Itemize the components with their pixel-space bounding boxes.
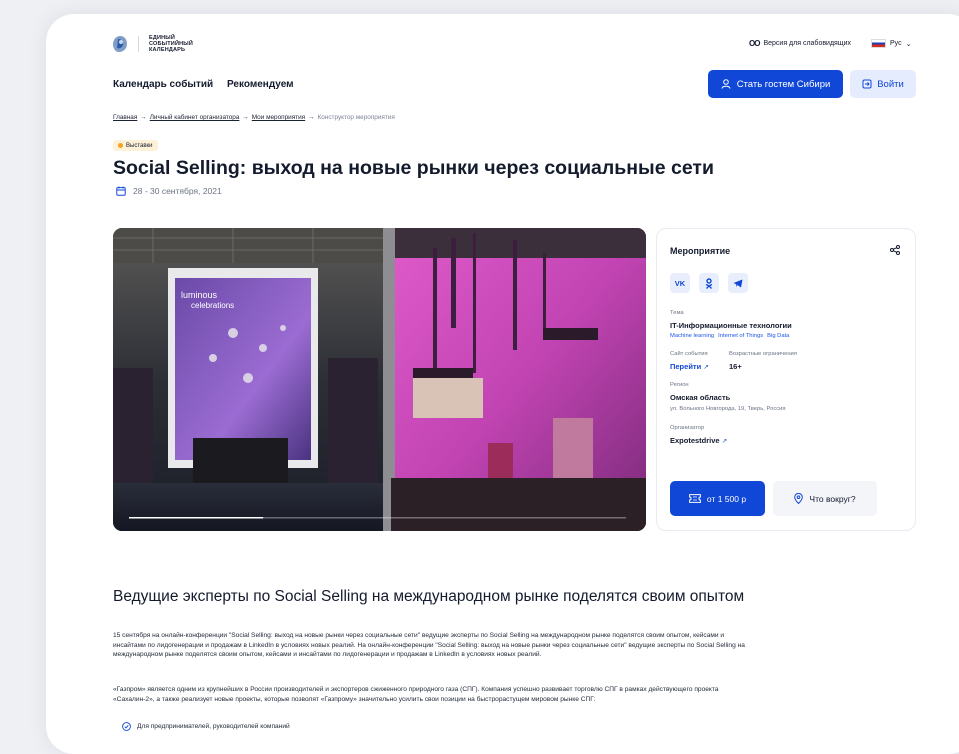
category-badge: Выставки — [113, 140, 158, 151]
paragraph-line: «Сахалин-2», а также реализует новые про… — [113, 695, 596, 703]
accessibility-link[interactable]: OO Версия для слабовидящих — [749, 39, 851, 48]
paragraph-line: «Газпром» является одним из крупнейших в… — [113, 686, 719, 693]
login-label: Войти — [877, 78, 904, 90]
ticket-icon — [689, 494, 701, 503]
social-links: VK — [670, 273, 748, 293]
external-link-icon: ↗ — [703, 364, 709, 371]
russia-flag-icon — [871, 39, 886, 48]
arrow-right-icon: → — [308, 114, 315, 121]
slider-progress-bar — [129, 517, 264, 519]
calendar-icon — [116, 186, 126, 196]
badge-dot-icon — [118, 143, 123, 148]
external-link-icon: ↗ — [721, 438, 728, 445]
breadcrumb-events[interactable]: Мои мероприятия — [252, 114, 305, 121]
telegram-icon[interactable] — [728, 273, 748, 293]
age-label: Возрастные ограничения — [729, 351, 797, 357]
breadcrumb-current: Конструктор мероприятия — [317, 114, 395, 121]
breadcrumb: Главная → Личный кабинет организатора → … — [113, 114, 395, 121]
list-item: Для предпринимателей, руководителей комп… — [122, 722, 290, 732]
site-link-text: Перейти — [670, 362, 702, 371]
ok-icon[interactable] — [699, 273, 719, 293]
event-date: 28 - 30 сентября, 2021 — [116, 186, 222, 196]
share-icon[interactable] — [890, 245, 900, 255]
address-text: ул. Вольного Новгорода, 19, Тверь, Росси… — [670, 406, 786, 412]
user-icon — [721, 79, 731, 89]
logo-icon — [113, 36, 127, 52]
sign-text-2: celebrations — [191, 301, 234, 310]
glasses-icon: OO — [749, 39, 760, 48]
become-guest-label: Стать гостем Сибири — [736, 78, 831, 90]
organizer-name: Expotestdrive — [670, 436, 720, 445]
region-label: Регион — [670, 382, 689, 388]
paragraph-line: международном рынке поделятся своим опыт… — [113, 651, 542, 659]
language-label: Рус — [890, 40, 902, 47]
site-label: Сайт события — [670, 351, 708, 357]
organizer-link[interactable]: Expotestdrive ↗ — [670, 436, 727, 445]
brand-name: ЕДИНЫЙ СОБЫТИЙНЫЙ КАЛЕНДАРЬ — [149, 35, 194, 53]
description-paragraph-2: «Газпром» является одним из крупнейших в… — [113, 685, 943, 704]
tag-link[interactable]: Big Data — [767, 333, 789, 339]
map-pin-icon — [794, 493, 804, 504]
whats-around-label: Что вокруг? — [809, 493, 856, 504]
breadcrumb-cabinet[interactable]: Личный кабинет организатора — [150, 114, 240, 121]
list-item-text: Для предпринимателей, руководителей комп… — [137, 723, 290, 730]
chevron-down-icon: ⌄ — [905, 40, 912, 48]
site-link[interactable]: Перейти ↗ — [670, 362, 709, 371]
exhibition-image: luminous celebrations — [113, 228, 646, 531]
section-heading: Ведущие эксперты по Social Selling на ме… — [113, 588, 745, 605]
breadcrumb-home[interactable]: Главная — [113, 114, 137, 121]
nav-calendar[interactable]: Календарь событий — [113, 79, 213, 90]
login-button[interactable]: Войти — [850, 70, 916, 98]
topic-label: Тема — [670, 310, 684, 316]
paragraph-line: 15 сентября на онлайн-конференции "Socia… — [113, 632, 725, 639]
vk-icon[interactable]: VK — [670, 273, 690, 293]
page-title: Social Selling: выход на новые рынки чер… — [113, 157, 714, 179]
tag-link[interactable]: Internet of Things — [718, 333, 763, 339]
topic-tags: Machine learning Internet of Things Big … — [670, 333, 789, 339]
topic-value: IT-Информационные технологии — [670, 321, 792, 330]
buy-ticket-button[interactable]: от 1 500 р — [670, 481, 765, 516]
age-value: 16+ — [729, 362, 742, 371]
logo[interactable]: ЕДИНЫЙ СОБЫТИЙНЫЙ КАЛЕНДАРЬ — [112, 34, 242, 54]
event-info-card: Мероприятие VK Тема IT-Информационные те… — [656, 228, 916, 531]
arrow-right-icon: → — [140, 114, 147, 121]
nav-recommend[interactable]: Рекомендуем — [227, 79, 294, 90]
language-select[interactable]: Рус ⌄ — [871, 39, 911, 48]
paragraph-line: инсайтами по лидогенерации и продажам в … — [113, 641, 745, 649]
region-value: Омская область — [670, 393, 731, 402]
accessibility-label: Версия для слабовидящих — [763, 40, 852, 47]
organizer-label: Организатор — [670, 425, 705, 431]
arrow-right-icon: → — [242, 114, 249, 121]
tag-link[interactable]: Machine learning — [670, 333, 714, 339]
become-guest-button[interactable]: Стать гостем Сибири — [708, 70, 843, 98]
event-date-text: 28 - 30 сентября, 2021 — [133, 186, 222, 196]
category-label: Выставки — [126, 142, 153, 149]
description-paragraph-1: 15 сентября на онлайн-конференции "Socia… — [113, 631, 943, 660]
login-icon — [862, 79, 872, 89]
info-card-heading: Мероприятие — [670, 246, 731, 256]
event-photo[interactable]: luminous celebrations — [113, 228, 646, 531]
buy-ticket-label: от 1 500 р — [706, 493, 747, 504]
page-card: ЕДИНЫЙ СОБЫТИЙНЫЙ КАЛЕНДАРЬ OO Версия дл… — [46, 14, 959, 754]
whats-around-button[interactable]: Что вокруг? — [773, 481, 877, 516]
sign-text: luminous — [181, 290, 218, 300]
